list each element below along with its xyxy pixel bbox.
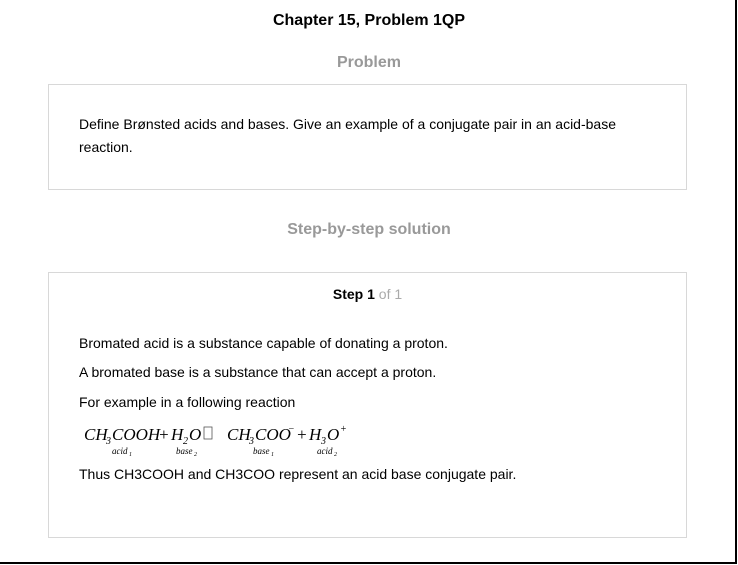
- step-label: Step: [332, 286, 364, 302]
- solution-line-acid-definition: Bromated acid is a substance capable of …: [79, 335, 448, 351]
- problem-heading: Problem: [336, 54, 401, 71]
- eq-reactant1-tail: COOH: [112, 425, 162, 444]
- eq-plus1: +: [158, 425, 169, 444]
- equilibrium-arrow-icon: [203, 426, 213, 440]
- step-counter: Step 1 of 1: [49, 286, 686, 302]
- eq-product2-tail: O: [327, 425, 339, 444]
- solution-card: Step 1 of 1 Bromated acid is a substance…: [48, 272, 687, 538]
- eq-label-base1-sub: 1: [271, 452, 274, 457]
- eq-label-acid1-sub: 1: [129, 452, 132, 457]
- eq-plus2: +: [296, 425, 307, 444]
- reaction-equation: CH 3 COOH + H 2 O CH 3 COO − + H 3 O + a…: [84, 421, 364, 457]
- eq-label-base2: base: [176, 446, 193, 456]
- eq-product1-sup: −: [288, 424, 295, 435]
- solution-conclusion: Thus CH3COOH and CH3COO represent an aci…: [79, 466, 517, 482]
- eq-product2-sup: +: [340, 424, 347, 435]
- step-number: 1: [367, 286, 375, 302]
- eq-label-base1: base: [253, 446, 270, 456]
- eq-product1-tail: COO: [255, 425, 291, 444]
- problem-card: Define Brønsted acids and bases. Give an…: [48, 84, 687, 190]
- eq-label-acid2-sub: 2: [334, 452, 337, 457]
- eq-label-base2-sub: 2: [194, 452, 197, 457]
- solution-heading: Step-by-step solution: [287, 221, 451, 238]
- eq-reactant1-sub: 3: [105, 436, 111, 447]
- solution-line-example-intro: For example in a following reaction: [79, 394, 296, 410]
- step-total: of 1: [378, 286, 403, 302]
- eq-label-acid1: acid: [112, 446, 128, 456]
- problem-text: Define Brønsted acids and bases. Give an…: [79, 116, 616, 155]
- eq-reactant2-tail: O: [189, 425, 201, 444]
- page-title: Chapter 15, Problem 1QP: [272, 12, 466, 29]
- eq-label-acid2: acid: [317, 446, 333, 456]
- solution-line-base-definition: A bromated base is a substance that can …: [79, 364, 437, 380]
